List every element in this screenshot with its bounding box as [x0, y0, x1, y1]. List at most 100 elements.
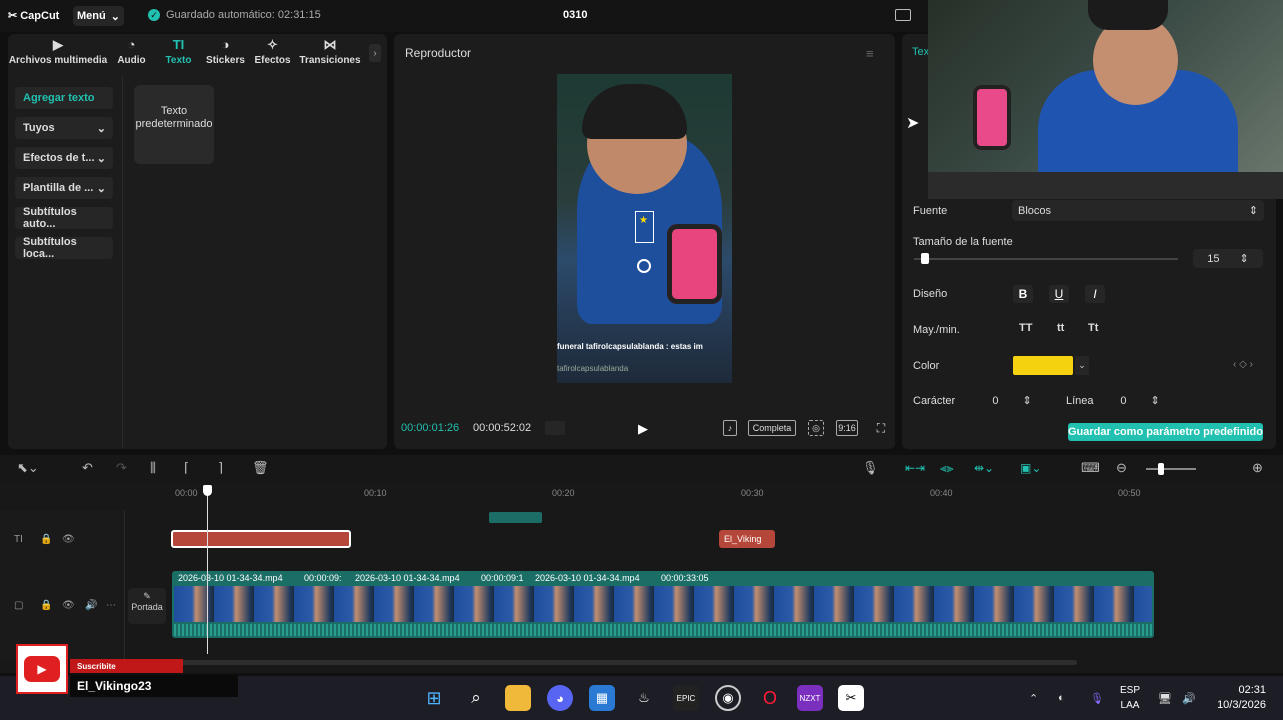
tab-stickers[interactable]: ◑ Stickers	[202, 38, 249, 70]
uppercase-button[interactable]: TT	[1019, 322, 1032, 334]
nzxt-icon[interactable]: NZXT	[797, 685, 823, 711]
opera-gx-icon[interactable]: O	[757, 685, 783, 711]
transitions-icon: ⋈	[323, 37, 337, 52]
delete-icon[interactable]: 🗑	[252, 460, 269, 476]
italic-button[interactable]: I	[1085, 285, 1105, 303]
tab-transitions[interactable]: ⋈ Transiciones	[296, 38, 364, 70]
text-clip[interactable]: El_Viking	[719, 530, 775, 548]
capcut-taskbar-icon[interactable]: ✂	[838, 685, 864, 711]
epic-games-icon[interactable]: EPIC	[673, 685, 699, 711]
file-explorer-icon[interactable]	[505, 685, 531, 711]
sidebar-item-local-captions[interactable]: Subtítulos loca...	[15, 236, 113, 260]
lock-icon[interactable]: 🔒	[40, 534, 52, 545]
line-spacing-input[interactable]: 0 ⇕	[1108, 391, 1172, 410]
tab-audio[interactable]: ◔ Audio	[108, 38, 155, 70]
webcam-microphone	[973, 85, 1011, 150]
save-preset-button[interactable]: Guardar como parámetro predefinido	[1068, 423, 1263, 441]
zoom-slider-handle[interactable]	[1158, 463, 1164, 475]
tab-media[interactable]: ▶ Archivos multimedia	[8, 38, 108, 70]
align-icon[interactable]: ▣⌄	[1020, 461, 1041, 475]
chevron-up-icon[interactable]: ⌃	[1029, 692, 1038, 705]
zoom-out-icon[interactable]: ⊖	[1116, 460, 1127, 476]
youtube-play-icon: ▶	[24, 656, 60, 682]
play-icon[interactable]: ▶	[638, 421, 648, 437]
hamburger-icon[interactable]: ≡	[866, 46, 874, 61]
more-icon[interactable]: ⋯	[106, 600, 116, 611]
properties-tab-text[interactable]: Tex	[912, 46, 929, 58]
sidebar-item-text-effects[interactable]: Efectos de t... ⌄	[15, 147, 113, 169]
font-size-slider[interactable]	[914, 258, 1178, 260]
font-size-slider-handle[interactable]	[921, 253, 929, 264]
obs-icon[interactable]: ◉	[715, 685, 741, 711]
sidebar-item-add-text[interactable]: Agregar texto	[15, 87, 113, 109]
font-size-input[interactable]: 15 ⇕	[1193, 249, 1263, 268]
language-indicator[interactable]: ESP LAA	[1119, 683, 1141, 713]
link-clips-icon[interactable]: ⇤⇥	[905, 461, 925, 475]
trim-right-icon[interactable]: ⌉	[218, 460, 223, 476]
lock-icon[interactable]: 🔒	[40, 600, 52, 611]
windows-start-icon[interactable]: ⊞	[421, 685, 447, 711]
zoom-slider[interactable]	[1146, 468, 1196, 470]
timecode-list-icon[interactable]	[545, 421, 565, 435]
microphone-icon[interactable]: 🎙	[862, 460, 879, 476]
sidebar-item-auto-captions[interactable]: Subtítulos auto...	[15, 206, 113, 230]
undo-icon[interactable]: ↶	[82, 460, 93, 476]
sidebar-item-templates[interactable]: Plantilla de ... ⌄	[15, 177, 113, 199]
check-icon: ✓	[148, 9, 160, 21]
discord-icon[interactable]: ◕	[547, 685, 573, 711]
split-icon[interactable]: ⫼	[150, 460, 156, 476]
sidebar-item-yours[interactable]: Tuyos ⌄	[15, 117, 113, 139]
trim-left-icon[interactable]: ⌈	[184, 460, 189, 476]
tab-effects[interactable]: ✧ Efectos	[249, 38, 296, 70]
effect-clip[interactable]	[489, 512, 542, 523]
steam-icon[interactable]: ♨	[631, 685, 657, 711]
bold-button[interactable]: B	[1013, 285, 1033, 303]
font-select[interactable]: Blocos ⇕	[1012, 200, 1264, 221]
layout-icon[interactable]	[895, 9, 911, 21]
redo-icon[interactable]: ↷	[116, 460, 127, 476]
tab-text[interactable]: TI Texto	[155, 38, 202, 70]
search-icon[interactable]: ⌕	[463, 685, 489, 711]
text-clip-selected[interactable]	[171, 530, 351, 548]
eye-icon[interactable]: 👁	[62, 600, 75, 611]
cover-button[interactable]: ✎ Portada	[128, 588, 166, 624]
screenshot-icon[interactable]: ◎	[808, 420, 824, 436]
taskbar-clock[interactable]: 02:31 10/3/2026	[1212, 683, 1266, 713]
clip-duration: 00:00:09:	[304, 573, 342, 583]
lowercase-button[interactable]: tt	[1057, 322, 1064, 334]
color-swatch[interactable]	[1013, 356, 1073, 375]
updown-icon: ⇕	[1239, 253, 1249, 265]
eye-icon[interactable]: 👁	[62, 534, 75, 545]
playhead-handle[interactable]	[203, 485, 212, 496]
speaker-icon[interactable]: 🔊	[1182, 692, 1196, 705]
default-text-card[interactable]: Texto predeterminado	[134, 85, 214, 164]
tiktok-icon[interactable]: ♪	[723, 420, 737, 436]
media-tabs: ▶ Archivos multimedia ◔ Audio TI Texto ◑ Sti…	[8, 38, 378, 70]
store-icon[interactable]: ▦	[589, 685, 615, 711]
playhead[interactable]	[207, 486, 208, 654]
rotate-handle-icon[interactable]	[637, 259, 651, 273]
char-spacing-input[interactable]: 0 ⇕	[980, 391, 1044, 410]
titlecase-button[interactable]: Tt	[1088, 322, 1098, 334]
zoom-in-icon[interactable]: ⊕	[1252, 460, 1263, 476]
aspect-ratio-button[interactable]: 9:16	[836, 420, 858, 436]
snap-icon[interactable]: ⫷⫸	[940, 461, 954, 476]
select-tool-icon[interactable]: ⬉⌄	[17, 460, 39, 476]
tray-mic-icon[interactable]: 🎙	[1090, 692, 1104, 705]
preview-axis-icon[interactable]: ⇹⌄	[974, 461, 994, 475]
underline-button[interactable]: U	[1049, 285, 1069, 303]
fullscreen-icon[interactable]: ⛶	[873, 420, 889, 436]
current-time: 00:00:01:26	[401, 422, 460, 434]
player-title: Reproductor	[405, 46, 472, 60]
keyframe-icon[interactable]: ‹ ◇ ›	[1233, 359, 1253, 370]
tray-app-icon[interactable]: ◐	[1058, 692, 1065, 704]
char-spacing-label: Carácter	[913, 395, 956, 407]
network-icon[interactable]: 🖥	[1158, 692, 1172, 705]
chevron-down-icon[interactable]: ⌄	[1075, 356, 1089, 375]
timeline-scrollbar[interactable]	[130, 660, 1077, 665]
caption-icon[interactable]: ⌨	[1081, 460, 1100, 476]
volume-icon[interactable]: 🔊	[85, 600, 97, 611]
full-quality-button[interactable]: Completa	[748, 420, 796, 436]
tabs-scroll-right-icon[interactable]: ›	[369, 44, 381, 62]
menu-button[interactable]: Menú ⌄	[73, 6, 124, 26]
